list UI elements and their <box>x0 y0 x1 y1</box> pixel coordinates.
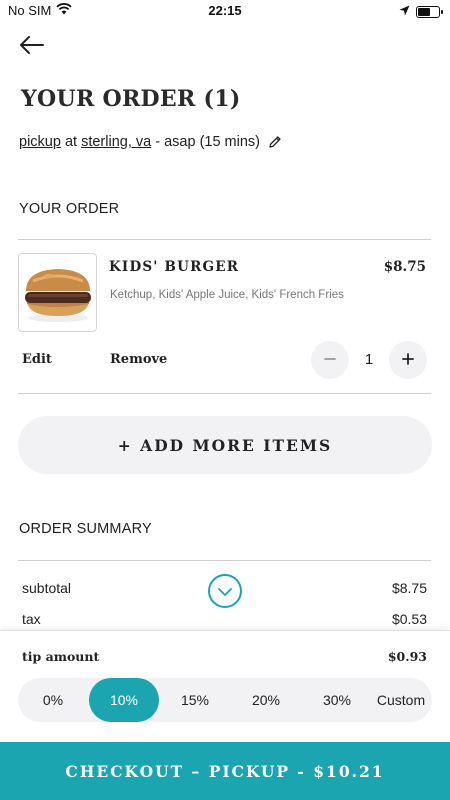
item-description: Ketchup, Kids' Apple Juice, Kids' French… <box>110 289 344 301</box>
tip-option-custom[interactable]: Custom <box>370 678 432 722</box>
your-order-heading: YOUR ORDER <box>19 201 120 217</box>
tax-value: $0.53 <box>391 611 427 627</box>
tip-label: tip amount <box>22 649 100 664</box>
order-mode-link[interactable]: pickup <box>19 134 61 150</box>
status-right <box>399 4 443 19</box>
order-at-text: at <box>64 134 78 150</box>
minus-icon <box>323 351 337 370</box>
status-bar: No SIM 22:15 <box>0 0 450 22</box>
checkout-button[interactable]: CHECKOUT – PICKUP - $10.21 <box>0 742 450 800</box>
order-info: pickup at sterling, va - asap (15 mins) <box>19 134 282 150</box>
subtotal-value: $8.75 <box>391 580 427 596</box>
tip-selector: 0% 10% 15% 20% 30% Custom <box>18 678 432 722</box>
divider <box>18 393 431 394</box>
tip-option-30[interactable]: 30% <box>302 678 372 722</box>
tip-option-0[interactable]: 0% <box>18 678 88 722</box>
page-title: YOUR ORDER (1) <box>21 86 241 112</box>
add-more-items-button[interactable]: + ADD MORE ITEMS <box>18 416 432 474</box>
remove-item-button[interactable]: Remove <box>110 352 167 367</box>
battery-icon <box>416 5 443 18</box>
tax-label: tax <box>22 611 41 627</box>
tax-row: tax $0.53 <box>22 611 427 627</box>
subtotal-label: subtotal <box>22 580 72 596</box>
order-summary-heading: ORDER SUMMARY <box>19 521 152 537</box>
plus-icon <box>401 351 415 370</box>
tip-option-10-selected[interactable]: 10% <box>89 678 159 722</box>
edit-item-button[interactable]: Edit <box>22 352 52 367</box>
expand-summary-button[interactable] <box>208 574 242 608</box>
arrow-left-icon <box>18 36 44 60</box>
location-arrow-icon <box>399 4 410 19</box>
order-location-link[interactable]: sterling, va <box>81 134 151 150</box>
divider <box>18 239 431 240</box>
tip-panel: tip amount $0.93 0% 10% 15% 20% 30% Cust… <box>0 630 450 742</box>
item-image <box>18 253 97 332</box>
tip-amount: $0.93 <box>387 649 427 664</box>
tip-option-15[interactable]: 15% <box>160 678 230 722</box>
clock: 22:15 <box>208 3 242 18</box>
order-timing-text: - asap (15 mins) <box>155 134 260 150</box>
back-button[interactable] <box>18 34 48 56</box>
quantity-value: 1 <box>364 351 374 368</box>
pencil-icon[interactable] <box>268 135 282 149</box>
item-name: KIDS' BURGER <box>109 259 240 275</box>
chevron-down-icon <box>217 582 233 601</box>
decrease-quantity-button[interactable] <box>311 341 349 379</box>
tip-option-20[interactable]: 20% <box>231 678 301 722</box>
divider <box>18 560 431 561</box>
increase-quantity-button[interactable] <box>389 341 427 379</box>
item-price: $8.75 <box>383 259 426 275</box>
